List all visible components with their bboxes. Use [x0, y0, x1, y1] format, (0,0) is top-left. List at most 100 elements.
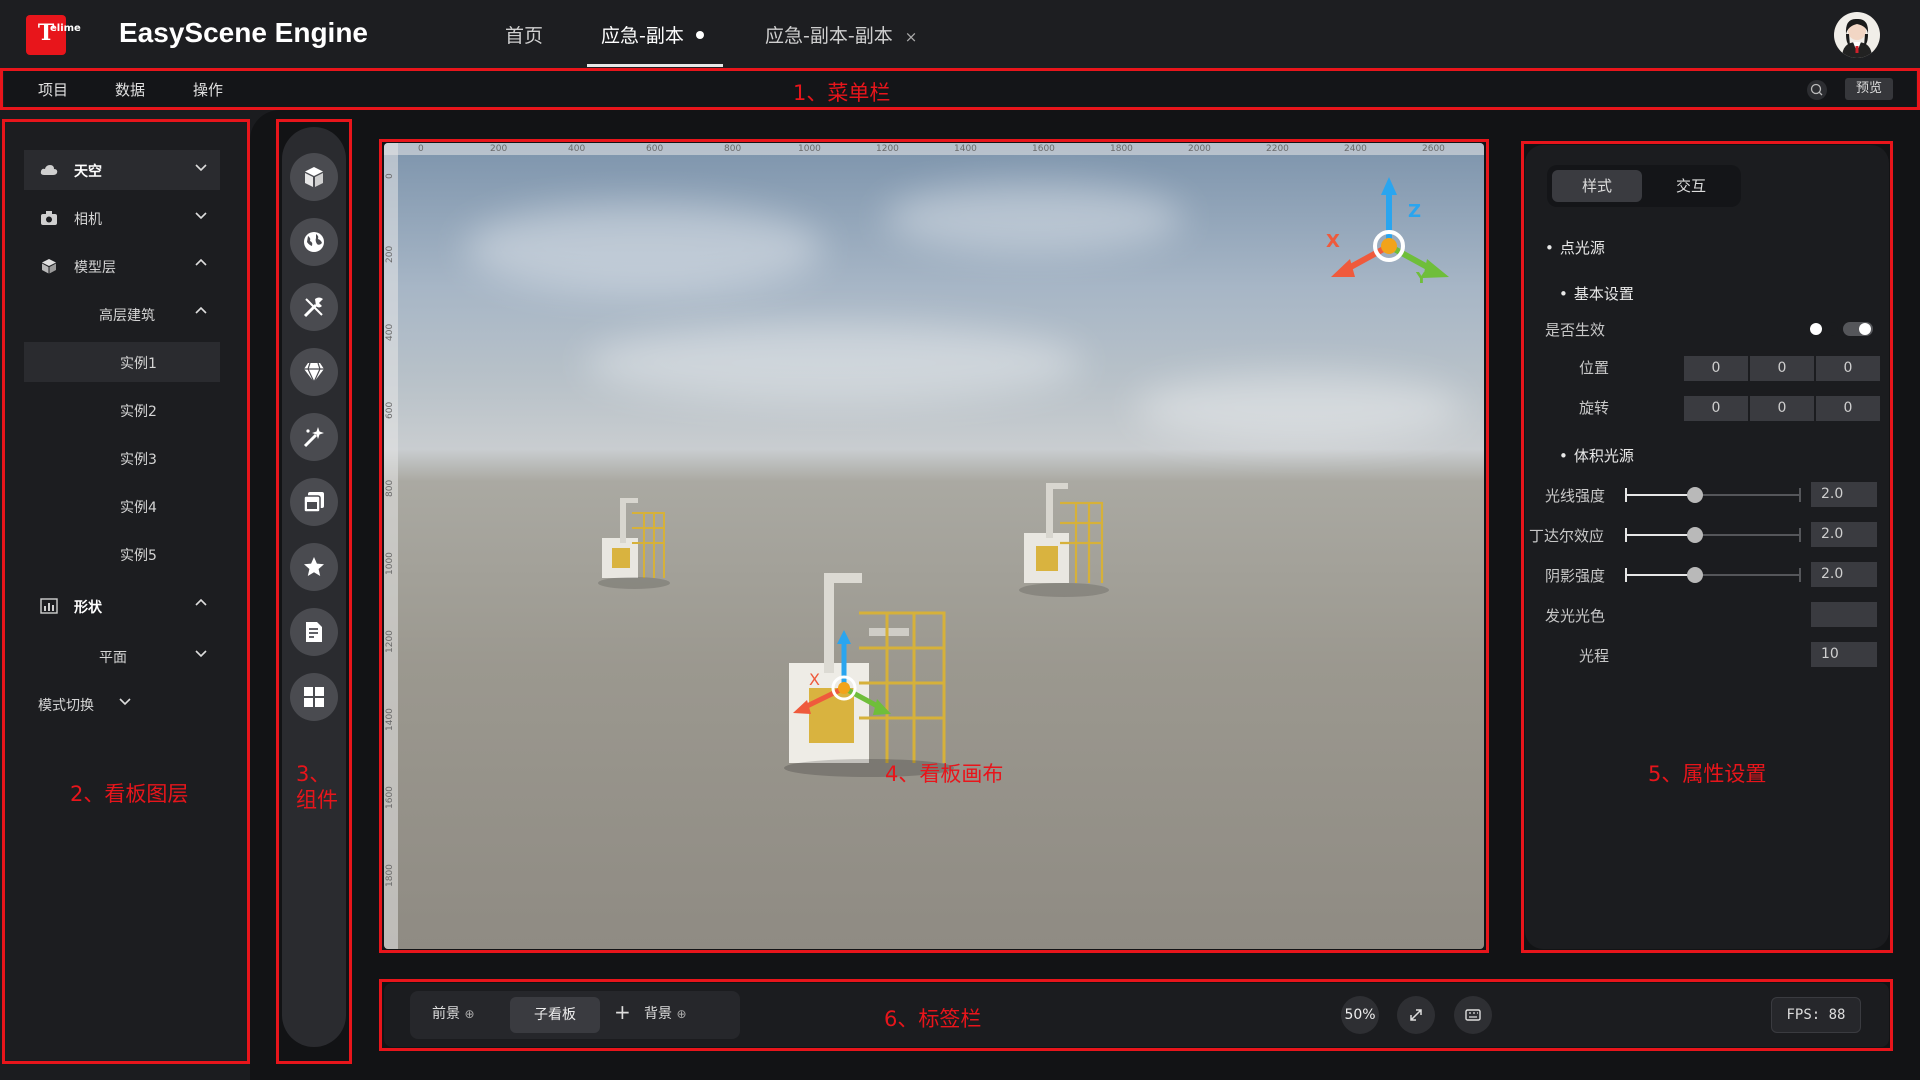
tag-background[interactable]: 背景 ⊕	[644, 1003, 687, 1023]
layer-label: 实例1	[120, 356, 157, 372]
layer-sky[interactable]: 天空	[24, 150, 220, 190]
menu-data[interactable]: 数据	[115, 79, 145, 100]
tab-home[interactable]: 首页	[505, 21, 543, 48]
cloud-icon	[40, 165, 58, 175]
ruler-tick-label: 800	[724, 144, 742, 154]
tyndall-slider[interactable]	[1625, 527, 1801, 543]
component-tools-button[interactable]	[290, 283, 338, 331]
chart-icon	[40, 598, 58, 614]
chevron-up-icon[interactable]	[194, 596, 208, 610]
layer-plane[interactable]: 平面	[24, 636, 220, 676]
tab-emergency-copy-copy[interactable]: 应急-副本-副本 ×	[765, 21, 917, 48]
tab-close-icon[interactable]: ×	[905, 28, 918, 46]
enabled-toggle-on[interactable]	[1843, 322, 1873, 336]
ruler-tick-label: 1400	[385, 708, 395, 731]
zoom-level-button[interactable]: 50%	[1341, 996, 1379, 1034]
layer-label: 实例3	[120, 452, 157, 468]
rotation-y-input[interactable]: 0	[1750, 396, 1814, 421]
menu-operation[interactable]: 操作	[193, 79, 223, 100]
tab-interaction[interactable]: 交互	[1646, 170, 1736, 202]
board-canvas[interactable]: X X Z Y 0 200 400 600 800 1000 1200 1400…	[384, 143, 1484, 949]
ruler-tick-label: 1800	[385, 864, 395, 887]
component-window-button[interactable]	[290, 478, 338, 526]
preview-button[interactable]: 预览	[1845, 78, 1893, 100]
top-bar: T elime EasyScene Engine 首页 应急-副本 应急-副本-…	[0, 0, 1920, 68]
position-z-input[interactable]: 0	[1816, 356, 1880, 381]
menu-project[interactable]: 项目	[38, 79, 68, 100]
search-icon[interactable]	[1807, 80, 1827, 100]
layer-shape[interactable]: 形状	[24, 586, 220, 626]
svg-text:X: X	[809, 670, 820, 689]
axis-gizmo[interactable]	[1319, 173, 1469, 303]
keyboard-icon	[1465, 1009, 1481, 1021]
layer-high-building[interactable]: 高层建筑	[24, 294, 220, 334]
ruler-horizontal: 0 200 400 600 800 1000 1200 1400 1600 18…	[384, 143, 1484, 155]
tag-foreground[interactable]: 前景 ⊕	[432, 1003, 475, 1023]
tab-emergency-copy-label: 应急-副本	[601, 25, 684, 47]
mode-switch[interactable]: 模式切换	[24, 684, 144, 724]
industrial-machine-model[interactable]	[594, 493, 674, 593]
position-x-input[interactable]: 0	[1684, 356, 1748, 381]
range-label: 光程	[1579, 647, 1610, 665]
rotation-x-input[interactable]: 0	[1684, 396, 1748, 421]
component-grid-button[interactable]	[290, 673, 338, 721]
shadow-intensity-label: 阴影强度	[1545, 567, 1606, 585]
selected-machine-model[interactable]: X	[779, 568, 959, 778]
layer-instance-3[interactable]: 实例3	[24, 438, 220, 478]
gem-icon	[304, 362, 324, 384]
shadow-intensity-slider[interactable]	[1625, 567, 1801, 583]
tyndall-input[interactable]: 2.0	[1811, 522, 1877, 547]
fullscreen-button[interactable]	[1397, 996, 1435, 1034]
section-basic-settings[interactable]: 基本设置	[1559, 283, 1634, 304]
enabled-toggle-off[interactable]	[1808, 322, 1838, 336]
layer-camera[interactable]: 相机	[24, 198, 220, 238]
glow-color-picker[interactable]	[1811, 602, 1877, 627]
ruler-tick-label: 2200	[1266, 144, 1289, 154]
component-globe-button[interactable]	[290, 218, 338, 266]
component-gem-button[interactable]	[290, 348, 338, 396]
add-circle-icon[interactable]: ⊕	[676, 1007, 686, 1021]
layer-instance-1[interactable]: 实例1	[24, 342, 220, 382]
add-tag-icon[interactable]: +	[614, 1000, 631, 1024]
light-intensity-input[interactable]: 2.0	[1811, 482, 1877, 507]
add-circle-icon[interactable]: ⊕	[464, 1007, 474, 1021]
ruler-tick-label: 1600	[1032, 144, 1055, 154]
avatar[interactable]	[1834, 12, 1880, 58]
layer-model[interactable]: 模型层	[24, 246, 220, 286]
ruler-tick-label: 1800	[1110, 144, 1133, 154]
industrial-machine-model[interactable]	[1014, 478, 1114, 603]
annotation-props: 5、属性设置	[1648, 762, 1767, 786]
layer-label: 实例5	[120, 548, 157, 564]
layer-instance-5[interactable]: 实例5	[24, 534, 220, 574]
layer-instance-2[interactable]: 实例2	[24, 390, 220, 430]
globe-icon	[304, 232, 324, 252]
properties-tabs: 样式 交互	[1547, 165, 1741, 207]
component-cube-button[interactable]	[290, 153, 338, 201]
light-intensity-slider[interactable]	[1625, 487, 1801, 503]
chevron-up-icon[interactable]	[194, 256, 208, 270]
chevron-down-icon[interactable]	[194, 208, 208, 222]
sky-cloud	[584, 323, 1084, 403]
chevron-up-icon[interactable]	[194, 304, 208, 318]
position-y-input[interactable]: 0	[1750, 356, 1814, 381]
chevron-down-icon[interactable]	[118, 694, 132, 708]
rotation-z-input[interactable]: 0	[1816, 396, 1880, 421]
component-magic-button[interactable]	[290, 413, 338, 461]
section-volume-light[interactable]: 体积光源	[1559, 445, 1634, 466]
rotation-label: 旋转	[1579, 399, 1610, 417]
section-point-light[interactable]: 点光源	[1545, 237, 1605, 258]
layer-instance-4[interactable]: 实例4	[24, 486, 220, 526]
keyboard-button[interactable]	[1454, 996, 1492, 1034]
chevron-down-icon[interactable]	[194, 160, 208, 174]
shadow-intensity-input[interactable]: 2.0	[1811, 562, 1877, 587]
tag-sub-board[interactable]: 子看板	[510, 997, 600, 1033]
layer-label: 形状	[74, 600, 102, 616]
logo-subtext: elime	[50, 23, 81, 34]
tools-icon	[303, 297, 323, 318]
range-input[interactable]: 10	[1811, 642, 1877, 667]
tab-style[interactable]: 样式	[1552, 170, 1642, 202]
tab-emergency-copy[interactable]: 应急-副本	[601, 21, 704, 48]
chevron-down-icon[interactable]	[194, 646, 208, 660]
component-document-button[interactable]	[290, 608, 338, 656]
component-star-button[interactable]	[290, 543, 338, 591]
